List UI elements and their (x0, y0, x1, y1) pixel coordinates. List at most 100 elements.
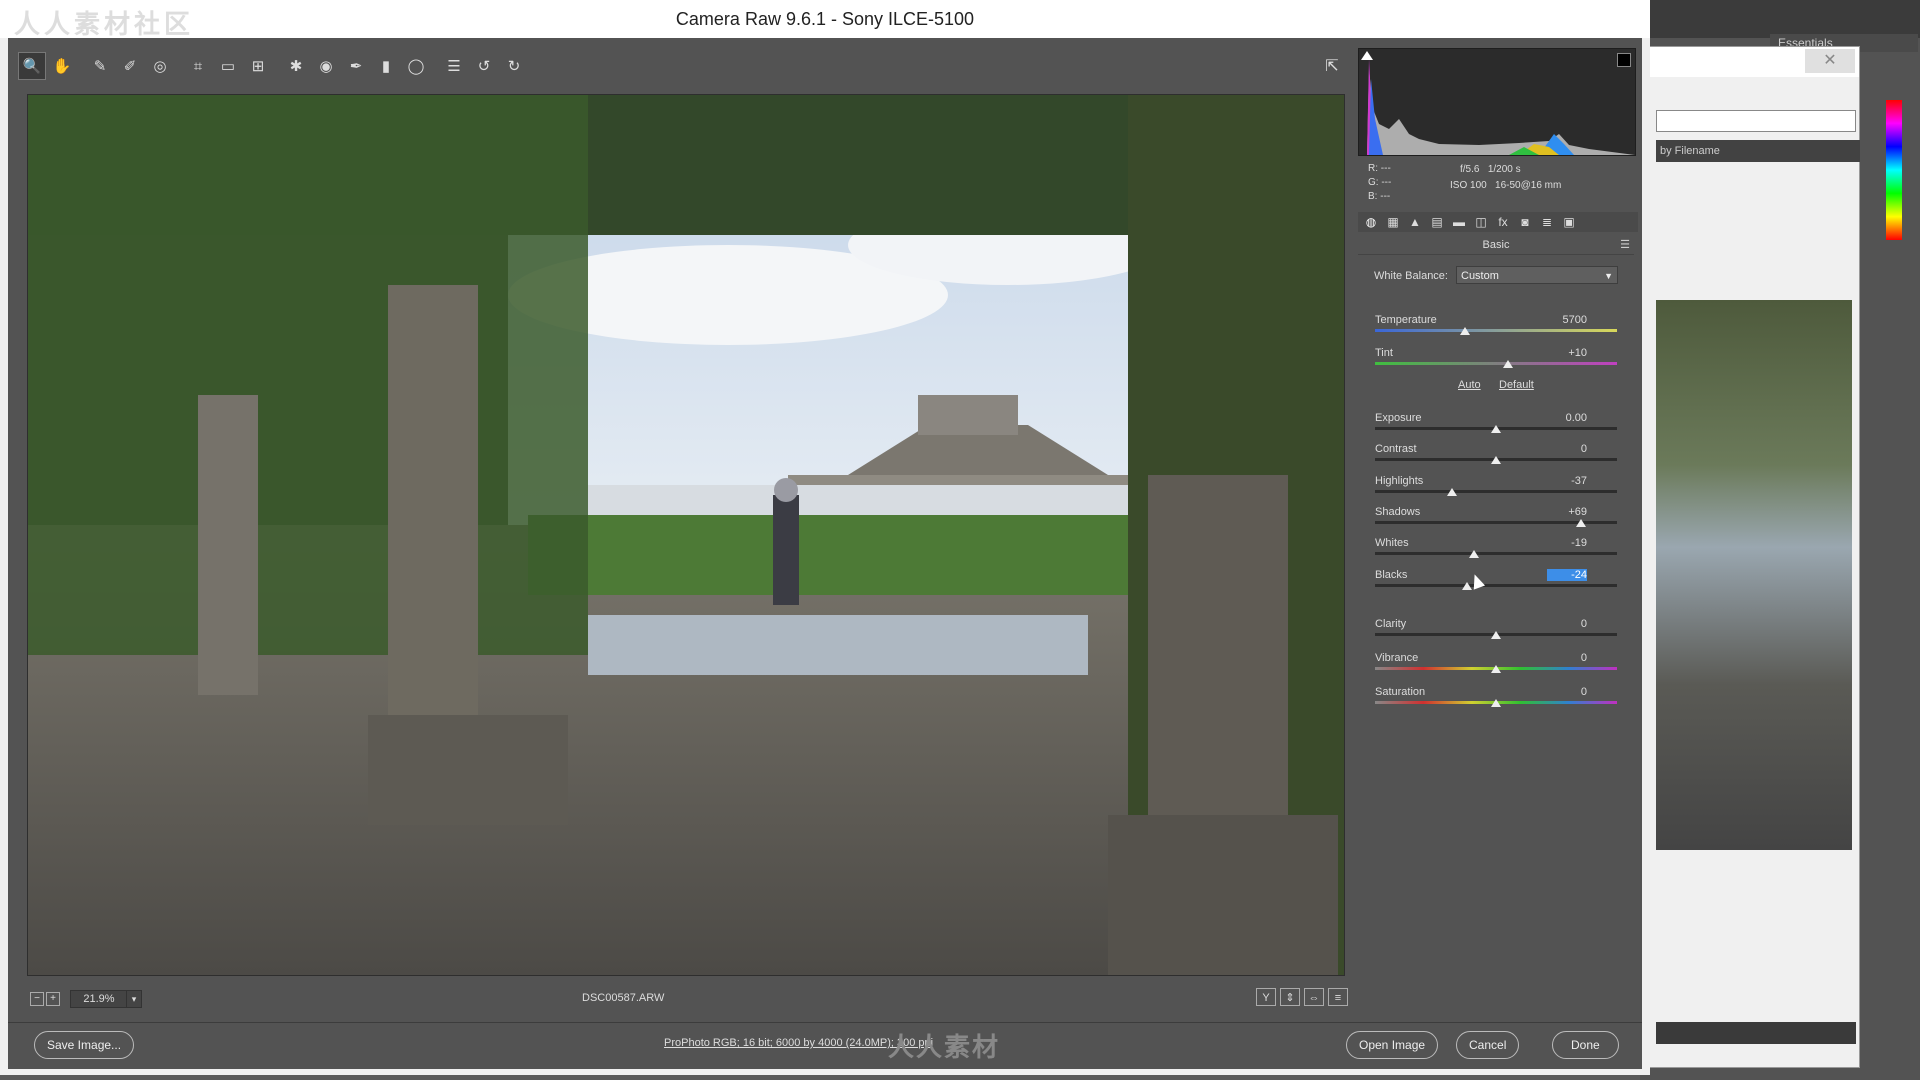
auto-link[interactable]: Auto (1458, 379, 1481, 391)
white-balance-label: White Balance: (1374, 270, 1448, 282)
window-title: Camera Raw 9.6.1 - Sony ILCE-5100 (0, 0, 1650, 38)
panel-tab-icon[interactable]: ▤ (1428, 214, 1446, 230)
preferences-icon[interactable]: ☰ (440, 52, 468, 80)
slider-value-field[interactable]: +69 (1547, 506, 1587, 518)
panel-tab-icon[interactable]: ◫ (1472, 214, 1490, 230)
slider-knob[interactable] (1491, 425, 1501, 433)
slider-label: Exposure (1375, 412, 1422, 424)
spot-removal-tool-icon[interactable]: ✱ (282, 52, 310, 80)
slider-exposure[interactable]: Exposure 0.00 (1375, 412, 1617, 442)
fullscreen-icon[interactable]: ⇱ (1318, 52, 1346, 80)
camera-info: R: --- G: --- B: --- f/5.6 1/200 s ISO 1… (1360, 160, 1632, 202)
white-balance-tool-icon[interactable]: ✎ (86, 52, 114, 80)
panel-tab-icon[interactable]: ◍ (1362, 214, 1380, 230)
slider-knob[interactable] (1459, 327, 1470, 335)
view-buttons: Y ⇕ ⇔ ≡ (1256, 988, 1348, 1006)
slider-clarity[interactable]: Clarity 0 (1375, 618, 1617, 648)
slider-highlights[interactable]: Highlights -37 (1375, 475, 1617, 505)
radial-filter-icon[interactable]: ◯ (402, 52, 430, 80)
background-search-field[interactable] (1656, 110, 1856, 132)
rotate-left-icon[interactable]: ↺ (470, 52, 498, 80)
watermark-top: 人人素材社区 (14, 9, 195, 39)
slider-label: Clarity (1375, 618, 1407, 630)
panel-tab-icon[interactable]: ▣ (1560, 214, 1578, 230)
slider-knob[interactable] (1447, 488, 1458, 496)
default-link[interactable]: Default (1499, 379, 1534, 391)
slider-track[interactable] (1375, 552, 1617, 555)
open-image-button[interactable]: Open Image (1346, 1031, 1439, 1059)
slider-whites[interactable]: Whites -19 (1375, 537, 1617, 567)
slider-label: Whites (1375, 537, 1409, 549)
zoom-out-button[interactable]: − (30, 992, 44, 1006)
histogram (1358, 48, 1636, 156)
rotate-right-icon[interactable]: ↻ (500, 52, 528, 80)
slider-track[interactable] (1375, 329, 1617, 332)
zoom-level[interactable]: 21.9% (70, 990, 128, 1008)
slider-knob[interactable] (1491, 631, 1501, 639)
view-mode-button[interactable]: ⇕ (1280, 988, 1300, 1006)
slider-contrast[interactable]: Contrast 0 (1375, 443, 1617, 473)
slider-value-field[interactable]: -24 (1547, 569, 1587, 581)
shadow-clipping-warning-icon[interactable] (1361, 51, 1373, 60)
image-preview[interactable] (27, 94, 1345, 976)
slider-label: Contrast (1375, 443, 1417, 455)
panel-menu-icon[interactable]: ☰ (1620, 238, 1630, 251)
slider-value-field[interactable]: 5700 (1547, 314, 1587, 326)
slider-knob[interactable] (1491, 699, 1501, 707)
slider-value-field[interactable]: 0 (1547, 686, 1587, 698)
slider-temperature[interactable]: Temperature 5700 (1375, 314, 1617, 344)
slider-knob[interactable] (1491, 456, 1501, 464)
slider-track[interactable] (1375, 362, 1617, 365)
panel-tab-icon[interactable]: ≣ (1538, 214, 1556, 230)
zoom-tool-icon[interactable]: 🔍 (18, 52, 46, 80)
hand-tool-icon[interactable]: ✋ (48, 52, 76, 80)
slider-value-field[interactable]: 0 (1547, 652, 1587, 664)
save-image-button[interactable]: Save Image... (34, 1031, 135, 1059)
panel-tab-icon[interactable]: ◙ (1516, 214, 1534, 230)
graduated-filter-icon[interactable]: ▮ (372, 52, 400, 80)
highlight-clipping-warning-icon[interactable] (1617, 53, 1631, 67)
slider-knob[interactable] (1503, 360, 1514, 368)
slider-vibrance[interactable]: Vibrance 0 (1375, 652, 1617, 682)
slider-knob[interactable] (1469, 550, 1480, 558)
sort-dropdown[interactable]: by Filename (1656, 140, 1860, 162)
chevron-down-icon[interactable]: ▾ (126, 990, 142, 1008)
crop-tool-icon[interactable]: ⌗ (184, 52, 212, 80)
view-mode-button[interactable]: ⇔ (1304, 988, 1324, 1006)
panel-tab-icon[interactable]: ▦ (1384, 214, 1402, 230)
slider-knob[interactable] (1491, 665, 1501, 673)
slider-knob[interactable] (1575, 519, 1586, 527)
slider-value-field[interactable]: 0.00 (1547, 412, 1587, 424)
slider-tint[interactable]: Tint +10 (1375, 347, 1617, 377)
slider-value-field[interactable]: 0 (1547, 443, 1587, 455)
slider-value-field[interactable]: +10 (1547, 347, 1587, 359)
panel-tab-icon[interactable]: ▲ (1406, 214, 1424, 230)
adjustment-brush-icon[interactable]: ✒ (342, 52, 370, 80)
straighten-tool-icon[interactable]: ▭ (214, 52, 242, 80)
exposure-info: f/5.6 1/200 s (1460, 164, 1521, 175)
histogram-graph (1367, 59, 1635, 155)
color-sampler-tool-icon[interactable]: ✐ (116, 52, 144, 80)
targeted-adjustment-tool-icon[interactable]: ◎ (146, 52, 174, 80)
slider-track[interactable] (1375, 584, 1617, 587)
slider-blacks[interactable]: Blacks -24 (1375, 569, 1617, 599)
cancel-button[interactable]: Cancel (1456, 1031, 1520, 1059)
slider-saturation[interactable]: Saturation 0 (1375, 686, 1617, 716)
red-eye-tool-icon[interactable]: ◉ (312, 52, 340, 80)
white-balance-select[interactable]: Custom ▼ (1456, 266, 1618, 284)
slider-value-field[interactable]: 0 (1547, 618, 1587, 630)
transform-tool-icon[interactable]: ⊞ (244, 52, 272, 80)
slider-track[interactable] (1375, 490, 1617, 493)
view-mode-button[interactable]: Y (1256, 988, 1276, 1006)
slider-value-field[interactable]: -19 (1547, 537, 1587, 549)
zoom-in-button[interactable]: + (46, 992, 60, 1006)
panel-tab-icon[interactable]: fx (1494, 214, 1512, 230)
slider-shadows[interactable]: Shadows +69 (1375, 506, 1617, 536)
slider-value-field[interactable]: -37 (1547, 475, 1587, 487)
photo-canvas (28, 95, 1344, 975)
slider-label: Shadows (1375, 506, 1421, 518)
done-button[interactable]: Done (1552, 1031, 1619, 1059)
view-mode-button[interactable]: ≡ (1328, 988, 1348, 1006)
panel-tab-icon[interactable]: ▬ (1450, 214, 1468, 230)
close-icon[interactable]: ✕ (1805, 49, 1855, 73)
